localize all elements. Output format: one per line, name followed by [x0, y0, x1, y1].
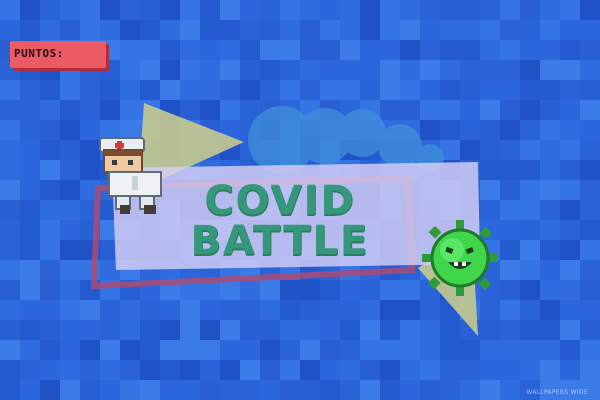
- virus-enemy-icon: [422, 220, 498, 296]
- title-logo: COVID BATTLE: [0, 0, 600, 400]
- watermark: WALLPAPERS WIDE: [526, 389, 588, 396]
- title-line-covid: COVID: [204, 178, 356, 224]
- title-line-battle: BATTLE: [190, 218, 370, 264]
- game-screen: PUNTOS: COVID BATTLE WALLPAPERS WIDE: [0, 0, 600, 400]
